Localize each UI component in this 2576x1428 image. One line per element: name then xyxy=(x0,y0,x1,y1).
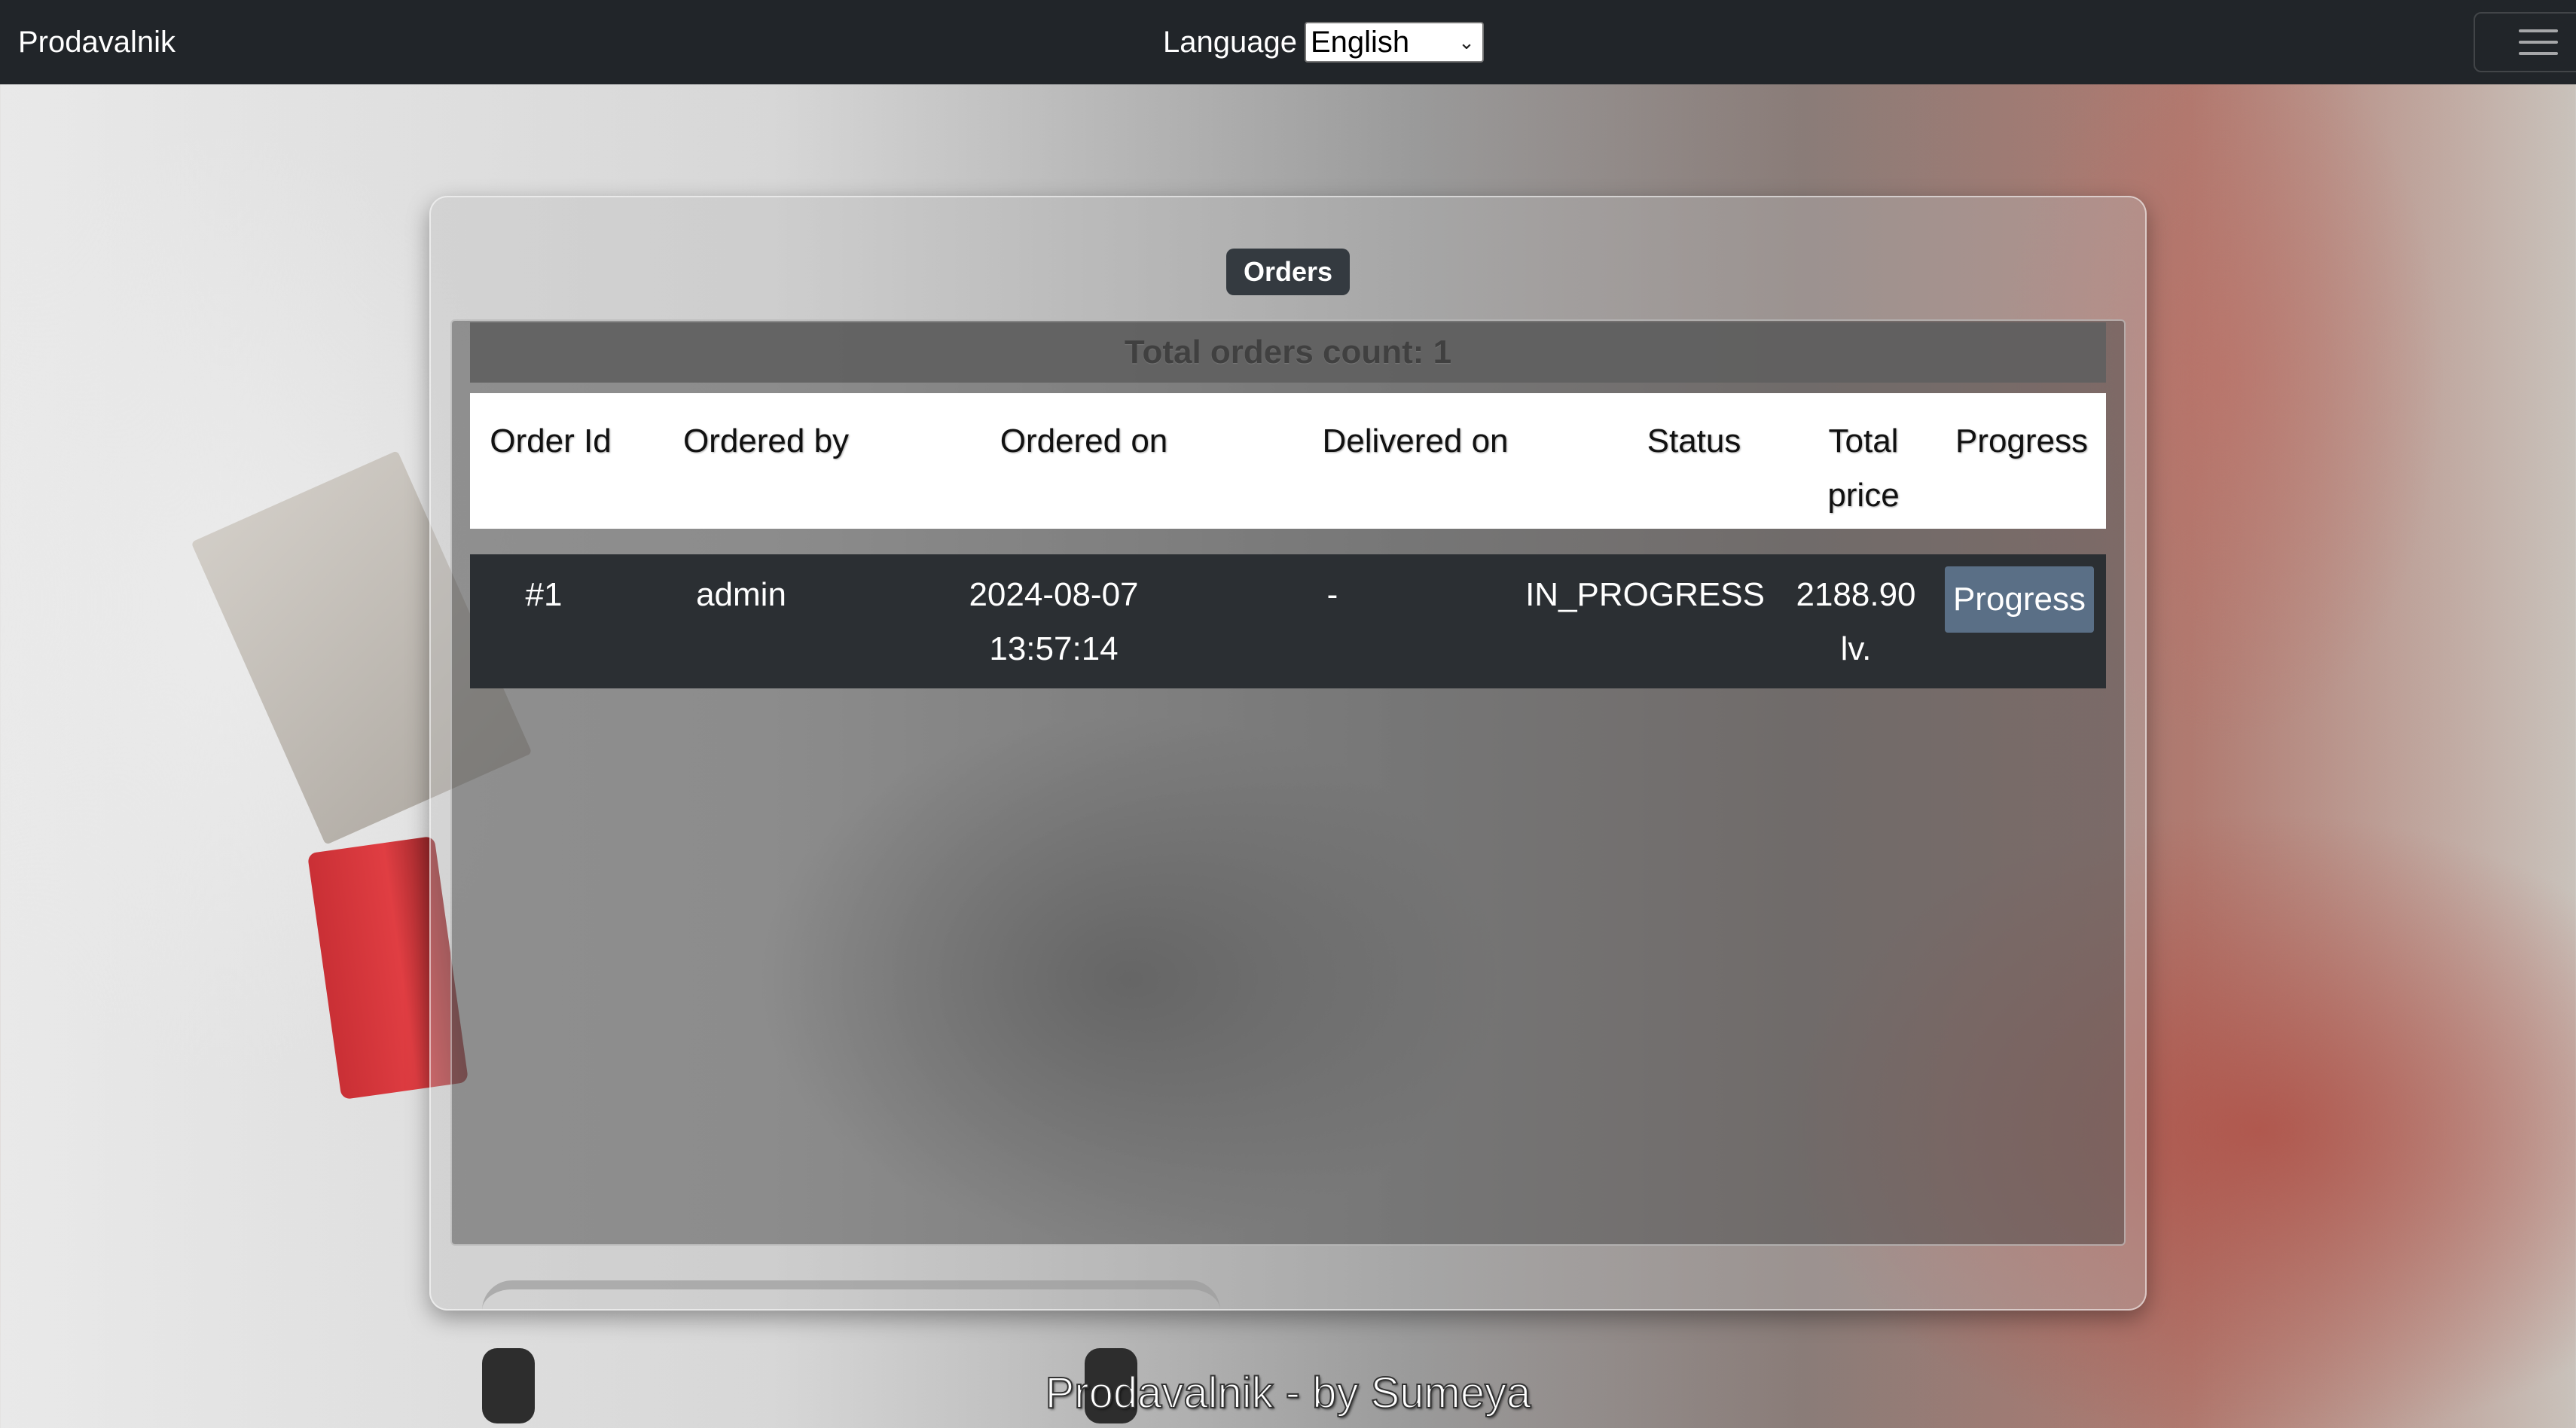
cell-ordered-on-time: 13:57:14 xyxy=(989,630,1119,667)
menu-bar-icon xyxy=(2519,41,2558,44)
table-header: Order Id Ordered by Ordered on Delivered… xyxy=(470,393,2106,529)
menu-bar-icon xyxy=(2519,52,2558,55)
header-ordered-on: Ordered on xyxy=(1000,423,1168,459)
header-total-price: Total price xyxy=(1796,414,1931,523)
language-selected-value: English xyxy=(1310,25,1410,59)
language-selector: Language English ⌄ xyxy=(1163,21,1484,63)
orders-badge: Orders xyxy=(1226,249,1350,295)
language-select[interactable]: English ⌄ xyxy=(1304,22,1484,63)
cell-ordered-on: 2024-08-07 13:57:14 xyxy=(929,568,1178,676)
navbar-toggler-button[interactable] xyxy=(2474,12,2576,72)
progress-button[interactable]: Progress xyxy=(1945,566,2094,633)
top-navbar: Prodavalnik Language English ⌄ xyxy=(0,0,2576,84)
language-label: Language xyxy=(1163,25,1297,59)
cell-total-price-currency: lv. xyxy=(1840,630,1872,667)
header-delivered-on: Delivered on xyxy=(1322,423,1509,459)
footer-text: Prodavalnik - by Sumeya xyxy=(1045,1368,1532,1418)
header-progress: Progress xyxy=(1955,423,2089,459)
header-total-price-line2: price xyxy=(1827,477,1900,514)
table-row: #1 admin 2024-08-07 13:57:14 - IN_PROGRE… xyxy=(470,554,2106,688)
header-total-price-line1: Total xyxy=(1828,423,1899,459)
cell-status: IN_PROGRESS xyxy=(1525,576,1765,613)
orders-count-caption: Total orders count: 1 xyxy=(470,322,2106,383)
header-order-id: Order Id xyxy=(490,423,612,459)
chevron-down-icon: ⌄ xyxy=(1458,30,1475,53)
cell-ordered-by: admin xyxy=(696,576,786,613)
brand-link[interactable]: Prodavalnik xyxy=(18,0,175,84)
header-ordered-by: Ordered by xyxy=(682,423,850,459)
cell-order-id: #1 xyxy=(525,576,563,613)
cell-total-price-amount: 2188.90 xyxy=(1796,576,1916,613)
header-status: Status xyxy=(1647,423,1741,459)
cell-delivered-on: - xyxy=(1326,576,1338,613)
menu-bar-icon xyxy=(2519,29,2558,32)
cell-ordered-on-date: 2024-08-07 xyxy=(969,576,1139,613)
cell-total-price: 2188.90 lv. xyxy=(1781,568,1931,676)
